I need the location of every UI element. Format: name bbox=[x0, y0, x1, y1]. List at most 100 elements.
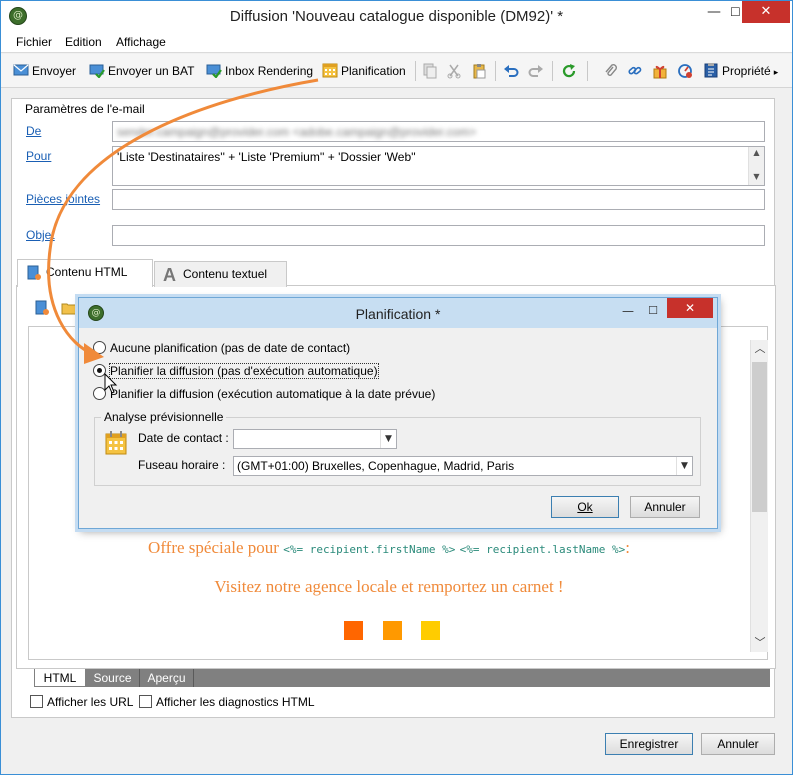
from-link[interactable]: De bbox=[26, 124, 41, 138]
scrollbar-thumb[interactable] bbox=[752, 362, 767, 512]
gift-icon[interactable] bbox=[652, 63, 668, 79]
cancel-button[interactable]: Annuler bbox=[701, 733, 775, 755]
dialog-close-button[interactable]: ✕ bbox=[667, 298, 713, 318]
toolbar: Envoyer Envoyer un BAT Inbox Rendering P… bbox=[1, 54, 792, 88]
dialog-maximize-button[interactable]: ☐ bbox=[642, 300, 664, 322]
toolbar-separator bbox=[587, 61, 588, 81]
to-link[interactable]: Pour bbox=[26, 149, 51, 163]
send-button[interactable]: Envoyer bbox=[13, 62, 76, 80]
chevron-down-icon[interactable]: ﹀ bbox=[751, 634, 769, 652]
show-diagnostics-checkbox[interactable]: Afficher les diagnostics HTML bbox=[139, 694, 315, 710]
visit-line: Visitez notre agence locale et remportez… bbox=[214, 577, 564, 596]
gauge-icon[interactable] bbox=[677, 63, 693, 79]
forecast-group: Analyse prévisionnelle Date de contact :… bbox=[94, 410, 701, 486]
dialog-ok-button[interactable]: Ok bbox=[551, 496, 619, 518]
send-proof-label: Envoyer un BAT bbox=[108, 64, 195, 78]
send-label: Envoyer bbox=[32, 64, 77, 78]
redo-icon[interactable] bbox=[528, 63, 544, 79]
offer-suffix: : bbox=[625, 538, 630, 557]
undo-icon[interactable] bbox=[503, 63, 519, 79]
cut-icon[interactable] bbox=[446, 63, 462, 79]
firstname-placeholder: <%= recipient.firstName %> bbox=[283, 543, 456, 556]
dialog-title-bar: @ Planification * — ☐ ✕ bbox=[79, 298, 717, 328]
toolbar-separator bbox=[495, 61, 496, 81]
paste-icon[interactable] bbox=[471, 63, 487, 79]
inbox-rendering-label: Inbox Rendering bbox=[225, 64, 314, 78]
schedule-dialog: @ Planification * — ☐ ✕ Aucune planifica… bbox=[78, 297, 718, 529]
email-params-title: Paramètres de l'e-mail bbox=[25, 102, 145, 116]
dialog-minimize-button[interactable]: — bbox=[615, 300, 641, 322]
timezone-label: Fuseau horaire : bbox=[138, 458, 226, 472]
calendar-icon bbox=[105, 431, 127, 455]
tab-text-content[interactable]: A Contenu textuel bbox=[154, 261, 287, 287]
option-schedule-auto-label: Planifier la diffusion (exécution automa… bbox=[110, 387, 436, 401]
timezone-select[interactable]: (GMT+01:00) Bruxelles, Copenhague, Madri… bbox=[233, 456, 693, 476]
maximize-button[interactable]: ☐ bbox=[730, 1, 741, 23]
show-urls-checkbox[interactable]: Afficher les URL bbox=[30, 694, 133, 710]
dialog-cancel-button[interactable]: Annuler bbox=[630, 496, 700, 518]
attachments-field[interactable] bbox=[112, 189, 765, 210]
color-square-yellow bbox=[421, 621, 440, 640]
forecast-group-title: Analyse prévisionnelle bbox=[101, 410, 227, 424]
inbox-rendering-button[interactable]: Inbox Rendering bbox=[206, 62, 313, 80]
copy-icon[interactable] bbox=[422, 63, 438, 79]
option-schedule-auto[interactable]: Planifier la diffusion (exécution automa… bbox=[93, 386, 435, 402]
offer-prefix: Offre spéciale pour bbox=[148, 538, 279, 557]
radio-button[interactable] bbox=[93, 341, 106, 354]
schedule-button[interactable]: Planification bbox=[322, 62, 406, 80]
subject-field[interactable] bbox=[112, 225, 765, 246]
properties-button[interactable]: Propriété ▸ bbox=[703, 62, 778, 80]
chevron-right-icon: ▸ bbox=[773, 68, 779, 78]
menu-fichier[interactable]: Fichier bbox=[16, 35, 52, 49]
paperclip-icon[interactable] bbox=[603, 63, 619, 79]
clipboard-list-icon bbox=[704, 63, 718, 78]
chevron-down-icon[interactable]: ▼ bbox=[749, 171, 764, 183]
title-bar: @ Diffusion 'Nouveau catalogue disponibl… bbox=[1, 1, 792, 31]
option-no-schedule-label: Aucune planification (pas de date de con… bbox=[110, 341, 351, 355]
option-schedule-manual[interactable]: Planifier la diffusion (pas d'exécution … bbox=[93, 363, 379, 379]
editor-scrollbar[interactable]: ︿ ﹀ bbox=[750, 340, 768, 652]
minimize-button[interactable]: — bbox=[699, 1, 729, 23]
chevron-up-icon[interactable]: ▲ bbox=[749, 147, 764, 159]
toolbar-separator bbox=[415, 61, 416, 81]
envelope-check-icon bbox=[206, 64, 222, 78]
from-value: sender.campaign@provider.com <adobe.camp… bbox=[117, 125, 477, 139]
html-document-icon[interactable] bbox=[34, 300, 50, 316]
text-letter-a-icon: A bbox=[163, 265, 176, 285]
view-tabs: HTML Source Aperçu bbox=[34, 669, 770, 687]
timezone-value: (GMT+01:00) Bruxelles, Copenhague, Madri… bbox=[237, 459, 515, 473]
link-icon[interactable] bbox=[627, 63, 643, 79]
chevron-up-icon[interactable]: ︿ bbox=[751, 340, 769, 358]
show-diagnostics-label: Afficher les diagnostics HTML bbox=[156, 695, 315, 709]
from-field[interactable]: sender.campaign@provider.com <adobe.camp… bbox=[112, 121, 765, 142]
checkbox-box[interactable] bbox=[30, 695, 43, 708]
attachments-link[interactable]: Pièces jointes bbox=[26, 192, 100, 206]
to-field-scrollbar[interactable]: ▲ ▼ bbox=[748, 147, 764, 185]
folder-icon[interactable] bbox=[61, 300, 77, 316]
menu-affichage[interactable]: Affichage bbox=[116, 35, 166, 49]
tab-html-label: Contenu HTML bbox=[46, 265, 128, 279]
contact-date-label: Date de contact : bbox=[138, 431, 229, 445]
envelope-check-icon bbox=[89, 64, 105, 78]
close-button[interactable]: ✕ bbox=[742, 1, 790, 23]
tab-html-content[interactable]: Contenu HTML bbox=[17, 259, 153, 287]
chevron-down-icon[interactable]: ▼ bbox=[380, 430, 396, 448]
refresh-icon[interactable] bbox=[561, 63, 577, 79]
subject-link[interactable]: Objet bbox=[26, 228, 55, 242]
send-proof-button[interactable]: Envoyer un BAT bbox=[89, 62, 194, 80]
tab-html-view[interactable]: HTML bbox=[34, 669, 86, 687]
checkbox-box[interactable] bbox=[139, 695, 152, 708]
window-title: Diffusion 'Nouveau catalogue disponible … bbox=[229, 8, 564, 25]
tab-preview-view[interactable]: Aperçu bbox=[140, 669, 194, 687]
tab-source-view[interactable]: Source bbox=[86, 669, 140, 687]
mouse-cursor-icon bbox=[104, 373, 118, 394]
lastname-placeholder: <%= recipient.lastName %> bbox=[459, 543, 626, 556]
option-schedule-manual-label: Planifier la diffusion (pas d'exécution … bbox=[109, 363, 379, 379]
chevron-down-icon[interactable]: ▼ bbox=[676, 457, 692, 475]
save-button[interactable]: Enregistrer bbox=[605, 733, 693, 755]
toolbar-separator bbox=[552, 61, 553, 81]
contact-date-picker[interactable]: ▼ bbox=[233, 429, 397, 449]
to-field[interactable]: 'Liste 'Destinataires'' + 'Liste 'Premiu… bbox=[112, 146, 765, 186]
menu-edition[interactable]: Edition bbox=[65, 35, 102, 49]
option-no-schedule[interactable]: Aucune planification (pas de date de con… bbox=[93, 340, 350, 356]
